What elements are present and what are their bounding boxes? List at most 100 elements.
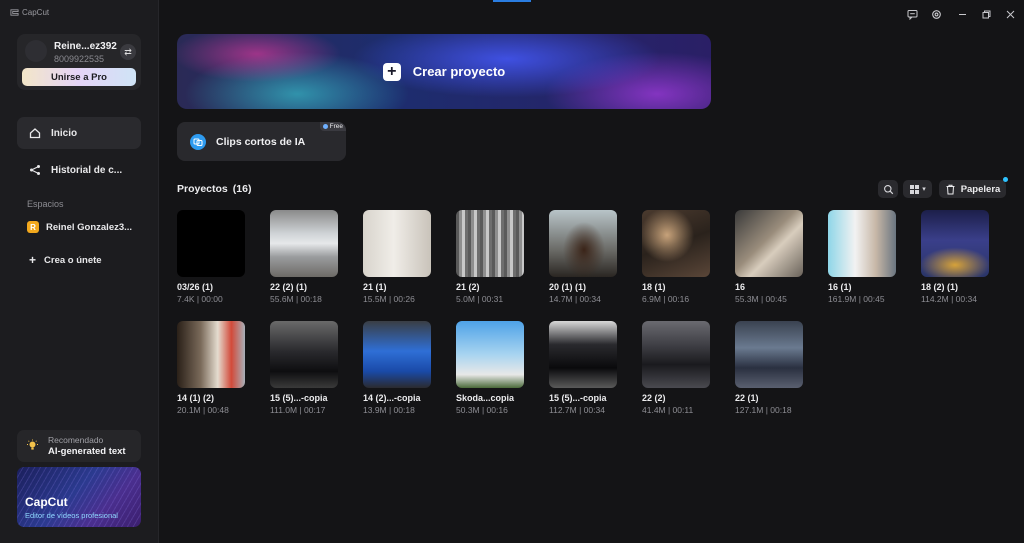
- search-button[interactable]: [878, 180, 898, 198]
- project-card[interactable]: 03/26 (1) 7.4K | 00:00: [177, 210, 245, 304]
- sidebar: CapCut Reine...ez392 8009922535 ⇄ Unirse…: [0, 0, 159, 543]
- share-icon: [30, 165, 40, 175]
- project-card[interactable]: 18 (2) (1) 114.2M | 00:34: [921, 210, 989, 304]
- project-card[interactable]: 14 (2)...-copia 13.9M | 00:18: [363, 321, 431, 415]
- project-card[interactable]: 15 (5)...-copia 111.0M | 00:17: [270, 321, 338, 415]
- project-thumbnail[interactable]: [642, 321, 710, 388]
- project-card[interactable]: 22 (2) 41.4M | 00:11: [642, 321, 710, 415]
- project-meta: 14.7M | 00:34: [549, 294, 601, 304]
- view-mode-button[interactable]: ▾: [903, 180, 932, 198]
- project-meta: 20.1M | 00:48: [177, 405, 229, 415]
- create-project-content: + Crear proyecto: [177, 34, 711, 109]
- join-pro-button[interactable]: Unirse a Pro: [22, 68, 136, 86]
- chevron-down-icon: ▾: [922, 186, 926, 193]
- project-meta: 50.3M | 00:16: [456, 405, 508, 415]
- project-card[interactable]: 14 (1) (2) 20.1M | 00:48: [177, 321, 245, 415]
- trash-button[interactable]: Papelera: [939, 177, 1008, 198]
- top-drag-indicator: [493, 0, 531, 2]
- recommended-card[interactable]: Recomendado AI-generated text: [17, 430, 141, 462]
- project-thumbnail[interactable]: [177, 210, 245, 277]
- project-meta: 15.5M | 00:26: [363, 294, 415, 304]
- project-thumbnail[interactable]: [456, 210, 524, 277]
- feedback-icon[interactable]: [905, 7, 919, 21]
- create-project-label: Crear proyecto: [412, 64, 506, 79]
- settings-icon[interactable]: [929, 7, 943, 21]
- space-item[interactable]: R Reinel Gonzalez3...: [27, 221, 132, 233]
- user-card[interactable]: Reine...ez392 8009922535 ⇄ Unirse a Pro: [17, 34, 141, 90]
- capcut-logo-icon: [10, 9, 19, 16]
- project-meta: 7.4K | 00:00: [177, 294, 223, 304]
- project-thumbnail[interactable]: [549, 210, 617, 277]
- project-name: 14 (1) (2): [177, 393, 215, 403]
- project-thumbnail[interactable]: [270, 321, 338, 388]
- project-card[interactable]: 22 (2) (1) 55.6M | 00:18: [270, 210, 338, 304]
- clips-icon: [190, 134, 206, 150]
- project-card[interactable]: 20 (1) (1) 14.7M | 00:34: [549, 210, 617, 304]
- sidebar-item-home[interactable]: Inicio: [17, 117, 141, 149]
- project-name: 21 (2): [456, 282, 480, 292]
- project-card[interactable]: 16 (1) 161.9M | 00:45: [828, 210, 896, 304]
- create-space-button[interactable]: + Crea o únete: [29, 254, 102, 266]
- projects-title: Proyectos (16): [177, 183, 251, 195]
- project-meta: 5.0M | 00:31: [456, 294, 504, 304]
- notification-dot: [1003, 177, 1008, 182]
- project-thumbnail[interactable]: [363, 321, 431, 388]
- home-icon: [29, 128, 41, 139]
- project-name: Skoda...copia: [456, 393, 515, 403]
- plus-icon: +: [382, 62, 401, 81]
- plus-icon: +: [29, 253, 37, 267]
- project-thumbnail[interactable]: [642, 210, 710, 277]
- create-space-label: Crea o únete: [44, 254, 102, 266]
- project-meta: 55.6M | 00:18: [270, 294, 322, 304]
- promo-title: CapCut: [25, 495, 68, 509]
- project-name: 15 (5)...-copia: [270, 393, 328, 403]
- search-icon: [883, 184, 893, 194]
- project-meta: 41.4M | 00:11: [642, 405, 694, 415]
- project-meta: 111.0M | 00:17: [270, 405, 326, 415]
- lightbulb-icon: [27, 439, 38, 450]
- project-thumbnail[interactable]: [921, 210, 989, 277]
- project-thumbnail[interactable]: [270, 210, 338, 277]
- minimize-icon[interactable]: [955, 7, 969, 21]
- project-thumbnail[interactable]: [549, 321, 617, 388]
- sidebar-item-history-label: Historial de c...: [51, 164, 123, 176]
- recommended-title: AI-generated text: [48, 446, 126, 457]
- restore-icon[interactable]: [979, 7, 993, 21]
- avatar[interactable]: [25, 40, 47, 62]
- project-thumbnail[interactable]: [177, 321, 245, 388]
- promo-subtitle: Editor de vídeos profesional: [25, 511, 118, 520]
- user-id: 8009922535: [54, 54, 105, 64]
- user-name: Reine...ez392: [54, 41, 117, 52]
- project-card[interactable]: 15 (5)...-copia 112.7M | 00:34: [549, 321, 617, 415]
- project-thumbnail[interactable]: [735, 321, 803, 388]
- project-thumbnail[interactable]: [735, 210, 803, 277]
- projects-count: (16): [232, 183, 252, 195]
- project-name: 03/26 (1): [177, 282, 214, 292]
- project-card[interactable]: Skoda...copia 50.3M | 00:16: [456, 321, 524, 415]
- project-thumbnail[interactable]: [363, 210, 431, 277]
- ai-short-clips-button[interactable]: Clips cortos de IA Free: [177, 122, 346, 161]
- trash-label: Papelera: [960, 183, 1001, 195]
- project-name: 18 (1): [642, 282, 666, 292]
- create-project-button[interactable]: + Crear proyecto: [177, 34, 711, 109]
- project-meta: 114.2M | 00:34: [921, 294, 977, 304]
- free-badge-text: Free: [329, 123, 343, 130]
- app-logo: CapCut: [10, 8, 49, 17]
- sidebar-item-history[interactable]: Historial de c...: [17, 154, 141, 186]
- switch-account-icon[interactable]: ⇄: [120, 44, 136, 60]
- project-meta: 112.7M | 00:34: [549, 405, 605, 415]
- project-card[interactable]: 16 55.3M | 00:45: [735, 210, 803, 304]
- free-badge: Free: [319, 122, 346, 131]
- project-card[interactable]: 21 (1) 15.5M | 00:26: [363, 210, 431, 304]
- project-card[interactable]: 18 (1) 6.9M | 00:16: [642, 210, 710, 304]
- project-thumbnail[interactable]: [456, 321, 524, 388]
- project-meta: 161.9M | 00:45: [828, 294, 885, 304]
- promo-banner[interactable]: CapCut Editor de vídeos profesional: [17, 467, 141, 527]
- project-thumbnail[interactable]: [828, 210, 896, 277]
- grid-view-icon: [910, 184, 920, 194]
- close-icon[interactable]: [1003, 7, 1017, 21]
- project-card[interactable]: 22 (1) 127.1M | 00:18: [735, 321, 803, 415]
- project-card[interactable]: 21 (2) 5.0M | 00:31: [456, 210, 524, 304]
- project-name: 16: [735, 282, 746, 292]
- project-meta: 13.9M | 00:18: [363, 405, 415, 415]
